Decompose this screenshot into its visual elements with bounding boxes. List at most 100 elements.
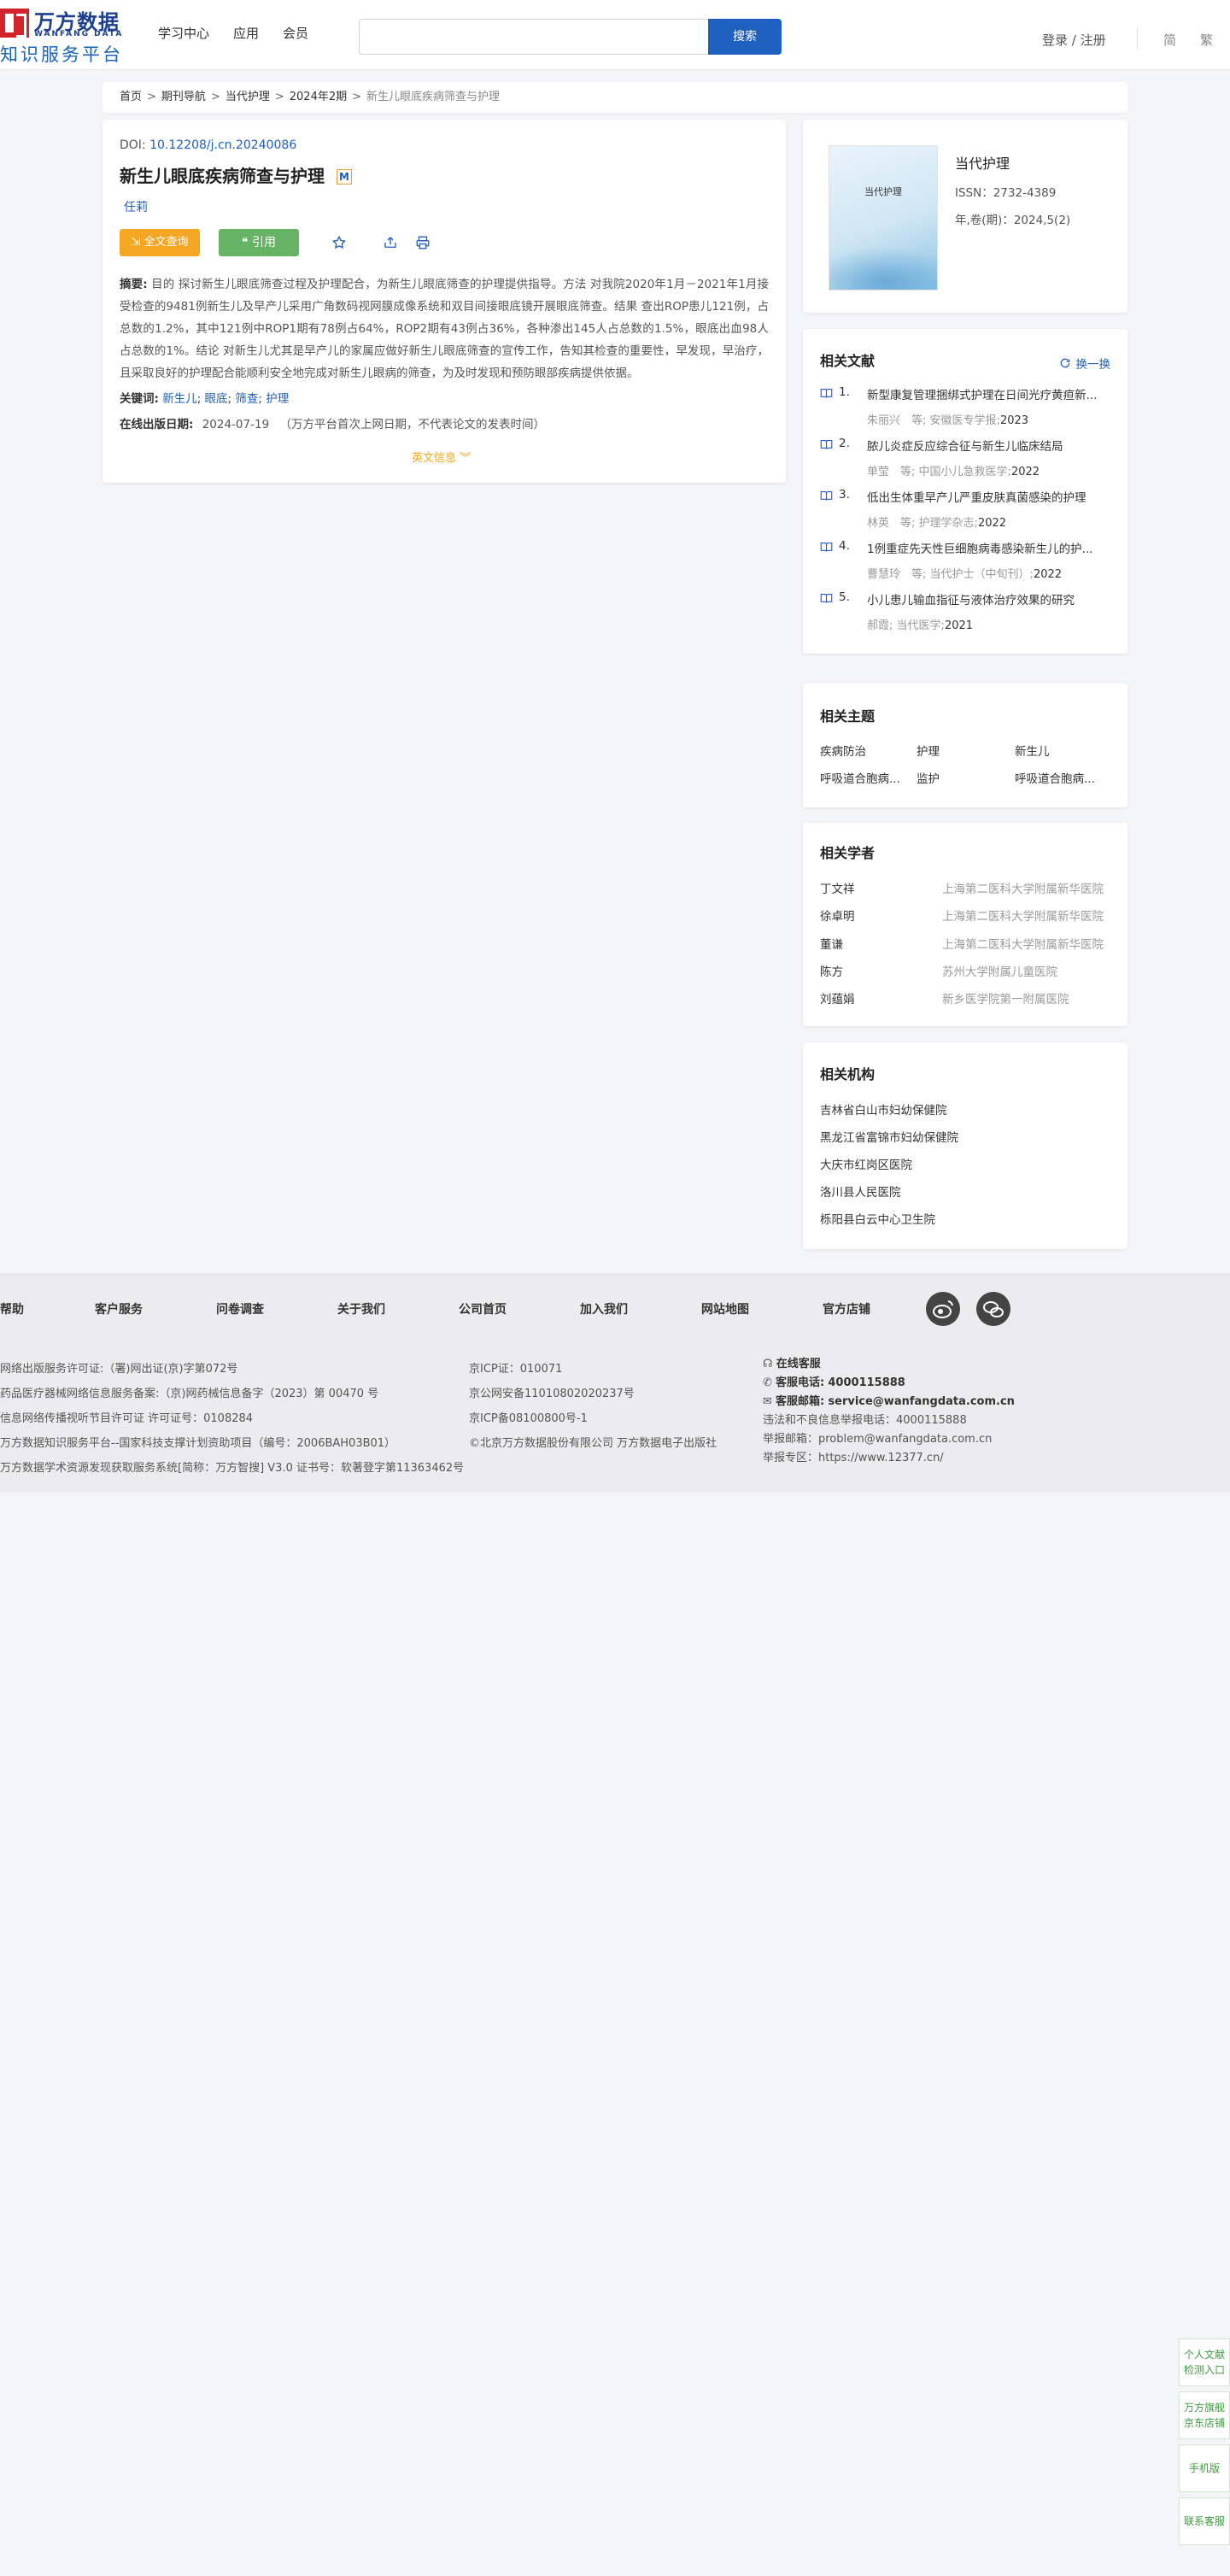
footer-link-company[interactable]: 公司首页 <box>459 1300 507 1317</box>
report-zone[interactable]: 举报专区：https://www.12377.cn/ <box>763 1449 1015 1468</box>
topic-link[interactable]: 疾病防治 <box>820 742 866 759</box>
wechat-icon[interactable] <box>976 1292 1010 1326</box>
keyword-link[interactable]: 筛查 <box>235 392 258 406</box>
breadcrumb-home[interactable]: 首页 <box>120 91 142 103</box>
scholar-name[interactable]: 丁文祥 <box>820 879 855 896</box>
item-meta: 单莹 等; 中国小儿急救医学;2022 <box>867 466 1040 478</box>
keywords: 关键词: 新生儿; 眼底; 筛查; 护理 <box>120 392 290 406</box>
action-toolbar: ⇲ 全文查询 ❝ 引用 <box>120 229 430 256</box>
nav-learning-center[interactable]: 学习中心 <box>158 24 209 42</box>
org-link[interactable]: 洛川县人民医院 <box>820 1182 901 1200</box>
topic-link[interactable]: 新生儿 <box>1015 742 1050 759</box>
footer-license-column: 网络出版服务许可证:（署)网出证(京)字第072号 药品医疗器械网络信息服务备案… <box>0 1357 464 1481</box>
icp-line[interactable]: 京ICP备08100800号-1 <box>469 1406 717 1431</box>
wanfang-logo[interactable]: 万方数据 WANFANG DATA 知识服务平台 <box>0 7 137 65</box>
footer-link-about[interactable]: 关于我们 <box>337 1300 385 1317</box>
license-line: 网络出版服务许可证:（署)网出证(京)字第072号 <box>0 1363 238 1376</box>
fulltext-button[interactable]: ⇲ 全文查询 <box>120 229 200 256</box>
star-icon[interactable] <box>331 235 347 250</box>
keyword-link[interactable]: 护理 <box>266 392 289 406</box>
breadcrumb-journal[interactable]: 当代护理 <box>226 91 270 103</box>
report-email[interactable]: 举报邮箱：problem@wanfangdata.com.cn <box>763 1430 1015 1449</box>
search-button[interactable]: 搜索 <box>708 19 782 55</box>
keyword-link[interactable]: 新生儿 <box>162 392 197 406</box>
logo-mark-icon <box>0 9 29 38</box>
scholar-name[interactable]: 徐卓明 <box>820 907 855 924</box>
org-link[interactable]: 大庆市红岗区医院 <box>820 1155 912 1172</box>
lang-simplified[interactable]: 简 <box>1163 31 1176 49</box>
item-title[interactable]: 低出生体重早产儿严重皮肤真菌感染的护理 <box>867 488 1110 505</box>
author-link[interactable]: 任莉 <box>124 198 148 215</box>
scholar-name[interactable]: 董谦 <box>820 935 843 952</box>
online-service-link[interactable]: ☊ 在线客服 <box>763 1355 1015 1374</box>
online-service-label: 在线客服 <box>776 1358 821 1370</box>
item-source[interactable]: 护理学杂志 <box>919 517 975 530</box>
item-source[interactable]: 当代护士（中旬刊） <box>930 568 1030 581</box>
footer-link-sitemap[interactable]: 网站地图 <box>701 1300 749 1317</box>
footer-link-survey[interactable]: 问卷调查 <box>216 1300 264 1317</box>
scholar-org[interactable]: 苏州大学附属儿童医院 <box>942 962 1057 979</box>
pubdate-label: 在线出版日期: <box>120 418 194 431</box>
related-literature-title: 相关文献 <box>820 353 876 369</box>
topic-link[interactable]: 呼吸道合胞病... <box>1015 769 1095 786</box>
side-tab-contact[interactable]: 联系客服 <box>1179 2497 1230 2545</box>
scholar-org[interactable]: 新乡医学院第一附属医院 <box>942 989 1069 1006</box>
report-phone: 违法和不良信息举报电话：4000115888 <box>763 1414 967 1427</box>
footer-link-help[interactable]: 帮助 <box>0 1300 24 1317</box>
icp-line[interactable]: 京ICP证：010071 <box>469 1357 717 1382</box>
journal-cover[interactable]: 当代护理 <box>829 145 938 290</box>
share-icon[interactable] <box>383 235 398 250</box>
footer-link-join[interactable]: 加入我们 <box>580 1300 628 1317</box>
login-register-link[interactable]: 登录 / 注册 <box>1042 31 1106 49</box>
print-icon[interactable] <box>415 235 430 250</box>
side-tab-jd-store[interactable]: 万方旗舰京东店铺 <box>1179 2391 1230 2439</box>
item-source[interactable]: 中国小儿急救医学 <box>919 466 1008 478</box>
journal-card: 当代护理 当代护理 ISSN：2732-4389 年,卷(期)：2024,5(2… <box>803 120 1128 313</box>
logo-subtitle: 知识服务平台 <box>0 44 123 65</box>
lang-traditional[interactable]: 繁 <box>1200 31 1213 49</box>
org-link[interactable]: 栎阳县白云中心卫生院 <box>820 1210 935 1227</box>
breadcrumb-journal-nav[interactable]: 期刊导航 <box>161 91 206 103</box>
email-value[interactable]: service@wanfangdata.com.cn <box>828 1395 1015 1408</box>
breadcrumb-issue[interactable]: 2024年2期 <box>290 91 347 103</box>
publish-date: 在线出版日期: 2024-07-19 （万方平台首次上网日期，不代表论文的发表时… <box>120 414 545 431</box>
search-input[interactable] <box>359 19 709 55</box>
footer-link-official-store[interactable]: 官方店铺 <box>823 1300 870 1317</box>
side-tab-plagiarism-check[interactable]: 个人文献检测入口 <box>1179 2338 1230 2386</box>
scholar-name[interactable]: 刘蕴娟 <box>820 989 855 1006</box>
service-phone: ✆ 客服电话: 4000115888 <box>763 1374 1015 1393</box>
item-source[interactable]: 安徽医专学报 <box>930 414 997 427</box>
journal-name[interactable]: 当代护理 <box>955 152 1010 173</box>
org-link[interactable]: 黑龙江省富锦市妇幼保健院 <box>820 1128 958 1145</box>
item-title[interactable]: 脓儿炎症反应综合征与新生儿临床结局 <box>867 437 1110 454</box>
footer-link-customer-service[interactable]: 客户服务 <box>95 1300 143 1317</box>
scholar-name[interactable]: 陈方 <box>820 962 843 979</box>
item-title[interactable]: 新型康复管理捆绑式护理在日间光疗黄疸新... <box>867 385 1110 402</box>
item-title[interactable]: 小儿患儿输血指征与液体治疗效果的研究 <box>867 590 1110 607</box>
refresh-button[interactable]: 换一换 <box>1059 355 1110 372</box>
chevron-down-icon: ︾ <box>460 452 472 465</box>
cite-button[interactable]: ❝ 引用 <box>219 229 299 256</box>
org-link[interactable]: 吉林省白山市妇幼保健院 <box>820 1100 947 1118</box>
item-source[interactable]: 当代医学 <box>897 619 941 632</box>
keyword-link[interactable]: 眼底 <box>205 392 228 406</box>
nav-membership[interactable]: 会员 <box>283 24 308 42</box>
book-icon <box>820 388 833 398</box>
journal-issn: ISSN：2732-4389 <box>955 186 1057 200</box>
scholar-org[interactable]: 上海第二医科大学附属新华医院 <box>942 879 1104 896</box>
icp-line[interactable]: 京公网安备11010802020237号 <box>469 1382 717 1406</box>
topic-link[interactable]: 监护 <box>917 769 940 786</box>
article-card: DOI: 10.12208/j.cn.20240086 新生儿眼底疾病筛查与护理… <box>102 120 786 483</box>
side-tab-mobile[interactable]: 手机版 <box>1179 2444 1230 2492</box>
item-meta: 郝霞; 当代医学;2021 <box>867 619 974 632</box>
weibo-icon[interactable] <box>926 1292 960 1326</box>
doi-link[interactable]: 10.12208/j.cn.20240086 <box>149 138 296 152</box>
scholar-org[interactable]: 上海第二医科大学附属新华医院 <box>942 907 1104 924</box>
scholar-org[interactable]: 上海第二医科大学附属新华医院 <box>942 935 1104 952</box>
topic-link[interactable]: 呼吸道合胞病... <box>820 769 900 786</box>
topic-link[interactable]: 护理 <box>917 742 940 759</box>
item-title[interactable]: 1例重症先天性巨细胞病毒感染新生儿的护... <box>867 539 1110 556</box>
english-info-toggle[interactable]: 英文信息 ︾ <box>412 449 471 465</box>
nav-apps[interactable]: 应用 <box>233 24 259 42</box>
item-number: 3. <box>839 488 850 502</box>
